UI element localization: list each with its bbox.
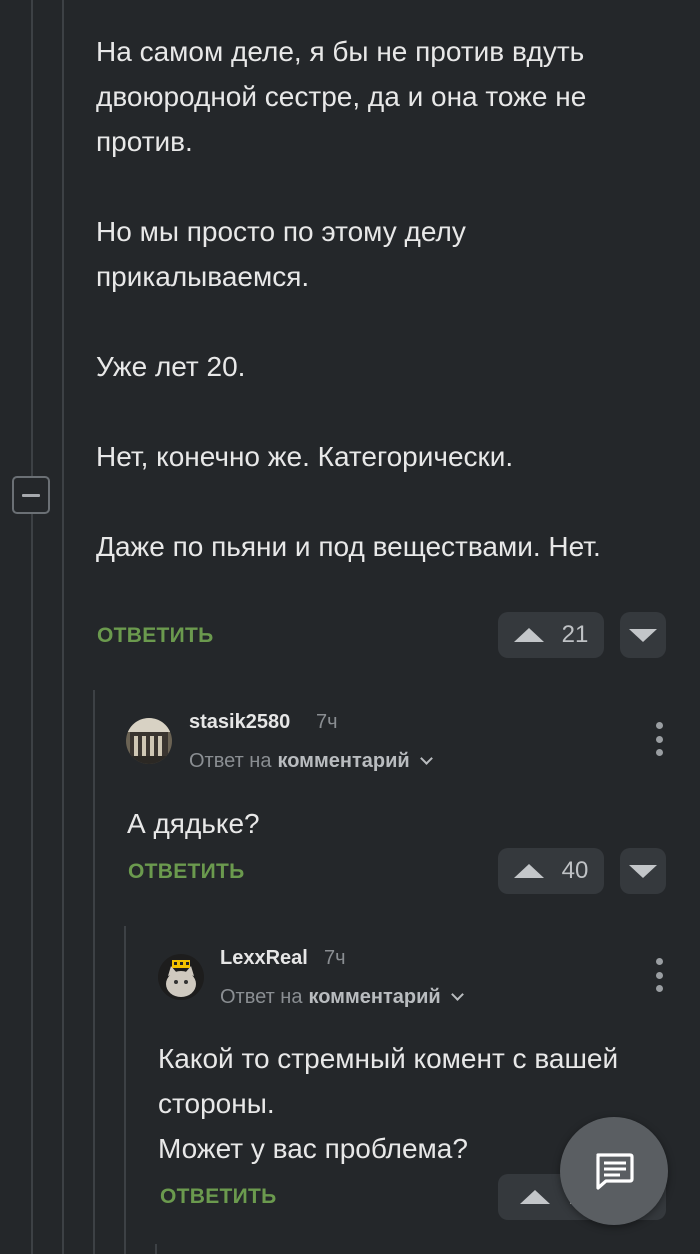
- reply-to-link[interactable]: Ответ на комментарий: [220, 986, 464, 1009]
- downvote-button[interactable]: [620, 848, 666, 894]
- write-comment-fab[interactable]: [560, 1117, 668, 1225]
- comment-body: А дядьке?: [127, 808, 260, 839]
- comment-body: Какой то стремный комент с вашей стороны…: [158, 1043, 619, 1164]
- triangle-up-icon: [520, 1190, 551, 1204]
- vote-count: 40: [561, 857, 589, 884]
- timestamp: 7ч: [324, 947, 346, 969]
- reply-to-prefix: Ответ на: [189, 750, 272, 772]
- reply-button[interactable]: ОТВЕТИТЬ: [128, 860, 245, 884]
- triangle-up-icon: [513, 864, 544, 878]
- reply-to-link[interactable]: Ответ на комментарий: [189, 750, 433, 773]
- thread-line-level-0: [31, 0, 33, 476]
- reply-button[interactable]: ОТВЕТИТЬ: [97, 624, 214, 648]
- chevron-down-icon: [450, 988, 464, 1001]
- more-options-button[interactable]: [647, 722, 671, 756]
- thread-line-level-3: [124, 926, 126, 1254]
- thread-line-level-1: [62, 0, 64, 1254]
- avatar-building-image: [126, 718, 172, 764]
- chat-bubble-icon: [596, 1153, 634, 1190]
- reply-to-prefix: Ответ на: [220, 986, 303, 1008]
- triangle-down-icon: [629, 864, 657, 878]
- username[interactable]: LexxReal: [220, 947, 308, 970]
- avatar[interactable]: [126, 718, 172, 764]
- thread-line-level-4: [155, 1244, 157, 1254]
- reply-button[interactable]: ОТВЕТИТЬ: [160, 1185, 277, 1209]
- upvote-button[interactable]: 21: [498, 612, 604, 658]
- upvote-button[interactable]: 40: [498, 848, 604, 894]
- more-options-button[interactable]: [647, 958, 671, 992]
- thread-line-level-0-lower: [31, 514, 33, 1254]
- triangle-down-icon: [629, 628, 657, 642]
- thread-line-level-2: [93, 690, 95, 1254]
- timestamp: 7ч: [316, 711, 338, 733]
- downvote-button[interactable]: [620, 612, 666, 658]
- avatar-cat-image: [158, 954, 204, 1000]
- comment-body: На самом деле, я бы не против вдуть двою…: [96, 36, 601, 562]
- collapse-thread-button[interactable]: [12, 476, 50, 514]
- triangle-up-icon: [513, 628, 544, 642]
- avatar[interactable]: [158, 954, 204, 1000]
- vote-count: 21: [561, 621, 589, 648]
- reply-to-target: комментарий: [277, 750, 410, 772]
- chevron-down-icon: [419, 752, 433, 765]
- username[interactable]: stasik2580: [189, 711, 290, 734]
- reply-to-target: комментарий: [308, 986, 441, 1008]
